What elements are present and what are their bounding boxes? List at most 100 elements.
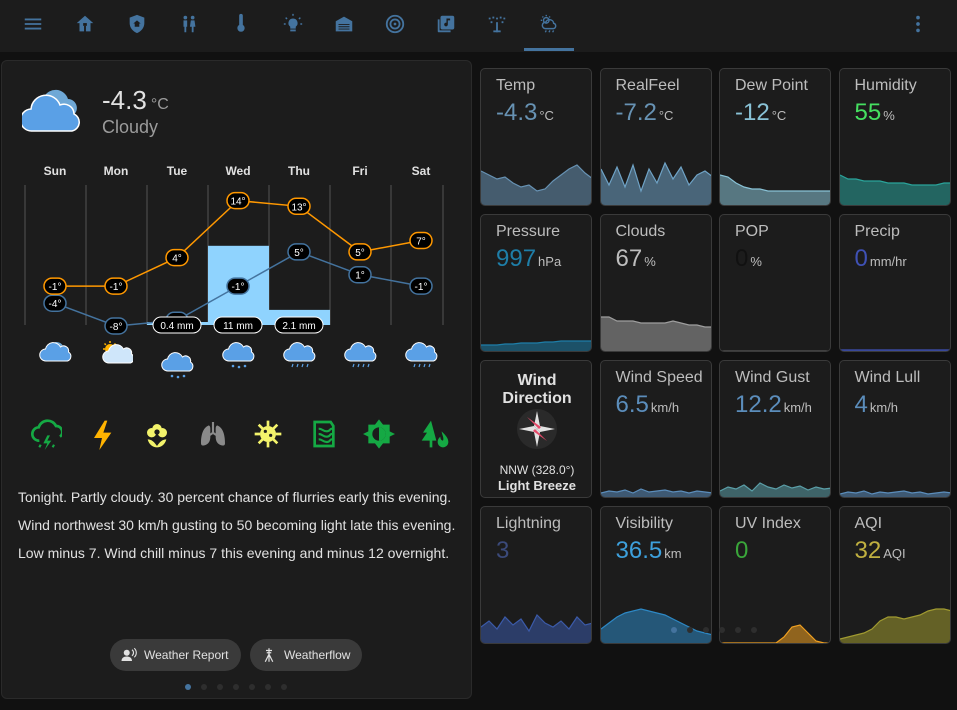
day-label: Sun [43,164,67,178]
rain-icon [282,339,316,371]
tile-name: Wind Direction [502,372,572,407]
page-dot[interactable] [281,684,287,690]
low-temp-label: -4° [43,294,67,312]
tile-name: UV Index [735,515,801,532]
forecast-chart: -4°-8°-7°-1°5°1°-1°-1°-1°4°14°13°5°7°0.4… [24,185,444,335]
page-dot[interactable] [233,684,239,690]
speaker-icon[interactable] [371,0,419,48]
low-temp-label: 5° [287,243,311,261]
precip-label: 2.1 mm [274,316,324,334]
tile-wind-lull[interactable]: Wind Lull 4 km/h [838,360,951,498]
thermometer-icon[interactable] [217,0,265,48]
svg-text:7°: 7° [416,237,426,248]
svg-text:-1°: -1° [49,282,62,293]
weather-station-icon [264,648,274,663]
chip-label: Weather Report [144,648,229,662]
snow-icon [221,339,255,371]
brightness-icon[interactable] [361,416,397,452]
page-dot[interactable] [217,684,223,690]
snow-icon [160,349,194,381]
svg-text:11 mm: 11 mm [223,321,253,332]
tile-name: Humidity [854,77,917,94]
page-dot[interactable] [687,627,693,633]
svg-text:2.1 mm: 2.1 mm [282,321,315,332]
tile-value: 4 km/h [854,391,899,418]
tile-unit: mm/hr [869,254,907,269]
tile-dew-point[interactable]: Dew Point -12 °C [719,68,831,206]
virus-icon[interactable] [250,416,286,452]
flower-icon[interactable] [139,416,175,452]
page-dot[interactable] [735,627,741,633]
garage-icon[interactable] [320,0,368,48]
tile-name: Precip [854,223,900,240]
svg-text:-1°: -1° [415,282,428,293]
precip-label: 11 mm [213,316,263,334]
tile-pressure[interactable]: Pressure 997 hPa [480,214,592,352]
high-temp-label: 13° [287,197,311,216]
svg-text:5°: 5° [294,248,304,259]
shield-icon[interactable] [113,0,161,48]
day-label: Sat [411,164,431,178]
more-vertical-icon[interactable] [894,0,942,48]
air-filter-icon[interactable] [306,416,342,452]
pollen-hazard-icons [2,416,473,452]
weather-icon[interactable] [525,0,573,48]
lungs-icon[interactable] [195,416,231,452]
page-dot[interactable] [265,684,271,690]
page-dot[interactable] [719,627,725,633]
tile-value: 0% [735,245,762,272]
menu-icon[interactable] [9,0,57,48]
music-library-icon[interactable] [422,0,470,48]
tile-value: 55% [854,99,895,126]
sparkline-graph [481,340,591,351]
svg-text:-4°: -4° [49,299,62,310]
tile-wind-speed[interactable]: Wind Speed 6.5 km/h [599,360,712,498]
sprinkler-icon[interactable] [473,0,521,48]
tree-fire-icon[interactable] [417,416,453,452]
thunderstorm-icon[interactable] [28,416,64,452]
weather-forecast-card: -4.3 °C Cloudy Sun Mon Tue Wed Thu Fri Sa… [1,60,472,699]
weather-report-button[interactable]: Weather Report [110,639,241,671]
chip-label: Weatherflow [284,648,351,662]
page-dot[interactable] [703,627,709,633]
tile-temp[interactable]: Temp -4.3 °C [480,68,592,206]
tile-wind-gust[interactable]: Wind Gust 12.2 km/h [719,360,831,498]
active-tab-indicator [524,48,574,51]
tile-realfeel[interactable]: RealFeel -7.2 °C [599,68,712,206]
current-temperature: -4.3 °C [102,85,169,115]
tile-clouds[interactable]: Clouds 67% [599,214,712,352]
page-dot[interactable] [751,627,757,633]
tile-value: -7.2 °C [615,99,674,126]
page-dot[interactable] [201,684,207,690]
top-app-bar [0,0,957,52]
cloudy-icon [38,339,72,371]
day-label: Thu [288,164,310,178]
current-condition: Cloudy [102,117,159,137]
page-dot[interactable] [249,684,255,690]
tile-precip[interactable]: Precip 0 mm/hr [838,214,951,352]
page-dot-active[interactable] [185,684,191,690]
tile-humidity[interactable]: Humidity 55% [838,68,951,206]
tile-unit: AQI [883,546,906,561]
home-icon[interactable] [61,0,109,48]
temperature-unit: °C [150,96,169,113]
tile-aqi[interactable]: AQI 32 AQI [838,506,951,644]
people-icon[interactable] [165,0,213,48]
left-page-indicator [185,677,297,690]
tile-unit: % [644,254,656,269]
tile-pop[interactable]: POP 0% [719,214,831,352]
tile-lightning[interactable]: Lightning 3 [480,506,592,644]
tile-wind-direction[interactable]: Wind Direction NNW (328.0°) Light Breeze [480,360,592,498]
page-dot-active[interactable] [671,627,677,633]
lightning-icon[interactable] [84,416,120,452]
sparkline-graph [839,608,950,643]
tile-name: Visibility [615,515,674,532]
weatherflow-button[interactable]: Weatherflow [250,639,363,671]
tile-name: Temp [496,77,536,94]
tile-unit: hPa [538,254,562,269]
high-temp-label: 5° [348,243,372,261]
precip-label: 0.4 mm [152,316,202,334]
sparkline-graph [600,608,711,643]
tile-name: POP [735,223,769,240]
lightbulb-icon[interactable] [269,0,317,48]
